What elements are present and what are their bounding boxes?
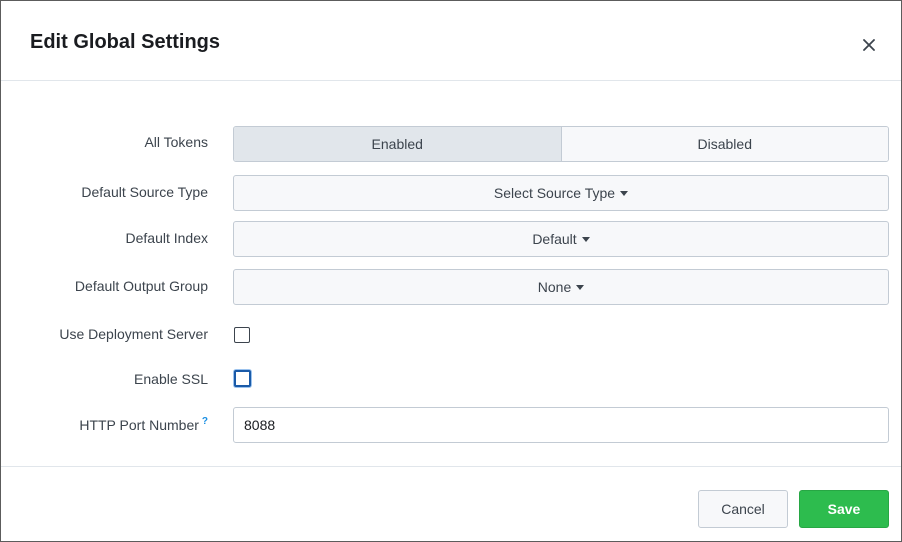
caret-down-icon xyxy=(620,190,629,196)
caret-down-icon xyxy=(576,284,585,290)
enable-ssl-label: Enable SSL xyxy=(134,371,208,387)
default-index-label: Default Index xyxy=(125,230,209,246)
help-icon[interactable]: ? xyxy=(202,416,208,427)
default-source-type-label: Default Source Type xyxy=(81,184,208,200)
all-tokens-label: All Tokens xyxy=(144,134,208,150)
caret-down-icon xyxy=(581,236,590,242)
http-port-number-label: HTTP Port Number? xyxy=(79,416,208,433)
cancel-button[interactable]: Cancel xyxy=(698,490,788,528)
http-port-number-label-text: HTTP Port Number xyxy=(79,417,199,433)
enable-ssl-checkbox[interactable] xyxy=(234,370,251,387)
default-output-group-label: Default Output Group xyxy=(74,278,208,294)
close-button[interactable] xyxy=(857,33,881,57)
all-tokens-toggle: Enabled Disabled xyxy=(233,126,889,162)
all-tokens-enabled-button[interactable]: Enabled xyxy=(234,127,562,161)
all-tokens-disabled-button[interactable]: Disabled xyxy=(561,127,888,161)
use-deployment-server-checkbox[interactable] xyxy=(234,327,250,343)
default-source-type-dropdown[interactable]: Select Source Type xyxy=(233,175,889,211)
default-index-value: Default xyxy=(532,231,577,247)
default-output-group-dropdown[interactable]: None xyxy=(233,269,889,305)
dialog-title: Edit Global Settings xyxy=(30,31,221,53)
edit-global-settings-dialog: Edit Global Settings All Tokens Enabled … xyxy=(0,0,902,542)
dialog-header: Edit Global Settings xyxy=(1,1,901,81)
use-deployment-server-label: Use Deployment Server xyxy=(59,326,208,342)
save-button[interactable]: Save xyxy=(799,490,889,528)
default-output-group-value: None xyxy=(537,279,572,295)
default-source-type-value: Select Source Type xyxy=(493,185,616,201)
http-port-number-input[interactable]: 8088 xyxy=(233,407,889,443)
close-icon xyxy=(863,39,875,51)
default-index-dropdown[interactable]: Default xyxy=(233,221,889,257)
